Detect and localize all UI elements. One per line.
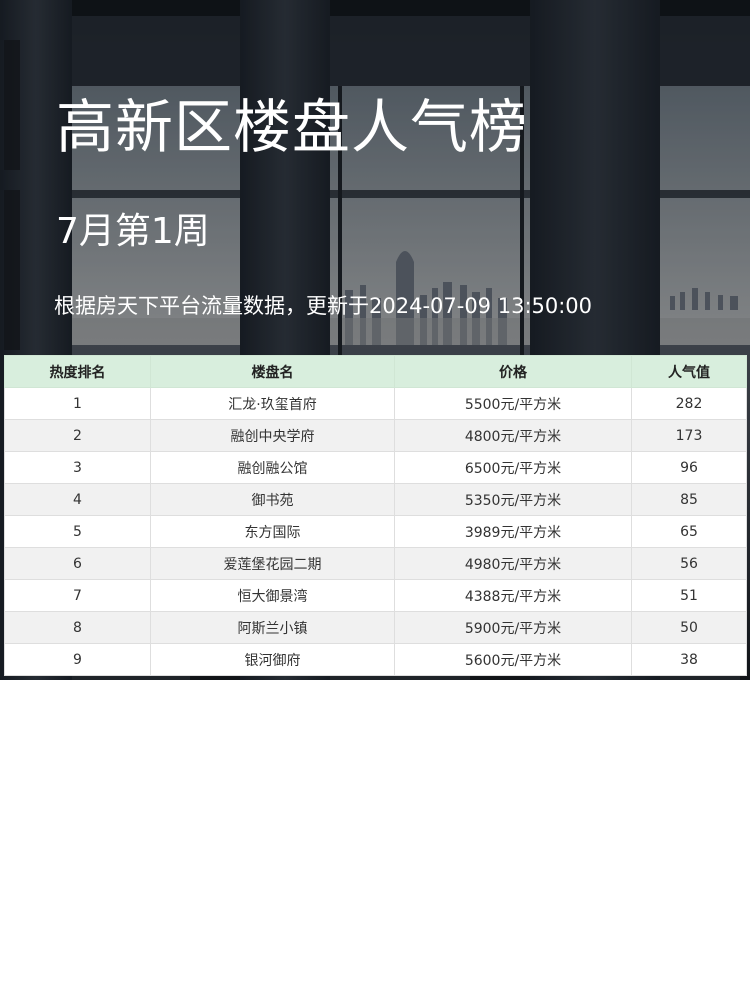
- popularity-cell: 96: [631, 451, 747, 484]
- price-cell: 4388元/平方米: [394, 579, 632, 612]
- column-header-popularity: 人气值: [631, 355, 747, 388]
- rank-cell: 8: [4, 611, 151, 644]
- price-cell: 4980元/平方米: [394, 547, 632, 580]
- rank-cell: 6: [4, 547, 151, 580]
- price-cell: 4800元/平方米: [394, 419, 632, 452]
- rank-cell: 9: [4, 643, 151, 676]
- property-name-cell: 御书苑: [150, 483, 395, 516]
- property-name-cell: 恒大御景湾: [150, 579, 395, 612]
- popularity-cell: 50: [631, 611, 747, 644]
- property-name-cell: 阿斯兰小镇: [150, 611, 395, 644]
- property-name-cell: 东方国际: [150, 515, 395, 548]
- column-header-rank: 热度排名: [4, 355, 151, 388]
- table-row: 7 恒大御景湾 4388元/平方米 51: [4, 579, 747, 612]
- poster-banner: 高新区楼盘人气榜 7月第1周 根据房天下平台流量数据，更新于2024-07-09…: [0, 0, 750, 680]
- popularity-cell: 65: [631, 515, 747, 548]
- ranking-table: 热度排名 楼盘名 价格 人气值 1 汇龙·玖玺首府 5500元/平方米 2 8 2 …: [4, 355, 747, 676]
- table-row: 8 阿斯兰小镇 5900元/平方米 50: [4, 611, 747, 644]
- popularity-cell: 85: [631, 483, 747, 516]
- table-row: 4 御书苑 5350元/平方米 85: [4, 483, 747, 516]
- property-name-cell: 银河御府: [150, 643, 395, 676]
- column-header-price: 价格: [394, 355, 632, 388]
- property-name-cell: 融创中央学府: [150, 419, 395, 452]
- popularity-cell: 173: [631, 419, 747, 452]
- property-name-cell: 爱莲堡花园二期: [150, 547, 395, 580]
- data-source-note: 根据房天下平台流量数据，更新于2024-07-09 13:50:00: [54, 294, 593, 318]
- rank-cell: 7: [4, 579, 151, 612]
- table-row: 5 东方国际 3989元/平方米 65: [4, 515, 747, 548]
- price-cell: 3989元/平方米: [394, 515, 632, 548]
- table-row: 9 银河御府 5600元/平方米 38: [4, 643, 747, 676]
- popularity-cell: 56: [631, 547, 747, 580]
- rank-cell: 2: [4, 419, 151, 452]
- column-header-property-name: 楼盘名: [150, 355, 395, 388]
- table-row: 1 汇龙·玖玺首府 5500元/平方米 282: [4, 387, 747, 420]
- page-title: 高新区楼盘人气榜: [56, 93, 529, 161]
- popularity-cell: 282: [631, 387, 747, 420]
- price-cell: 5500元/平方米: [394, 387, 632, 420]
- price-cell: 6500元/平方米: [394, 451, 632, 484]
- price-cell: 5350元/平方米: [394, 483, 632, 516]
- rank-cell: 1: [4, 387, 151, 420]
- popularity-cell: 51: [631, 579, 747, 612]
- week-subtitle: 7月第1周: [56, 211, 210, 252]
- table-row: 6 爱莲堡花园二期 4980元/平方米 56: [4, 547, 747, 580]
- rank-cell: 5: [4, 515, 151, 548]
- table-row: 2 融创中央学府 4800元/平方米 173: [4, 419, 747, 452]
- ranking-table-container: 热度排名 楼盘名 价格 人气值 1 汇龙·玖玺首府 5500元/平方米 2 8 2 …: [4, 355, 747, 676]
- table-row: 3 融创融公馆 6500元/平方米 96: [4, 451, 747, 484]
- price-cell: 5600元/平方米: [394, 643, 632, 676]
- property-name-cell: 汇龙·玖玺首府: [150, 387, 395, 420]
- price-cell: 5900元/平方米: [394, 611, 632, 644]
- rank-cell: 4: [4, 483, 151, 516]
- popularity-cell: 38: [631, 643, 747, 676]
- rank-cell: 3: [4, 451, 151, 484]
- property-name-cell: 融创融公馆: [150, 451, 395, 484]
- table-header-row: 热度排名 楼盘名 价格 人气值: [4, 355, 747, 388]
